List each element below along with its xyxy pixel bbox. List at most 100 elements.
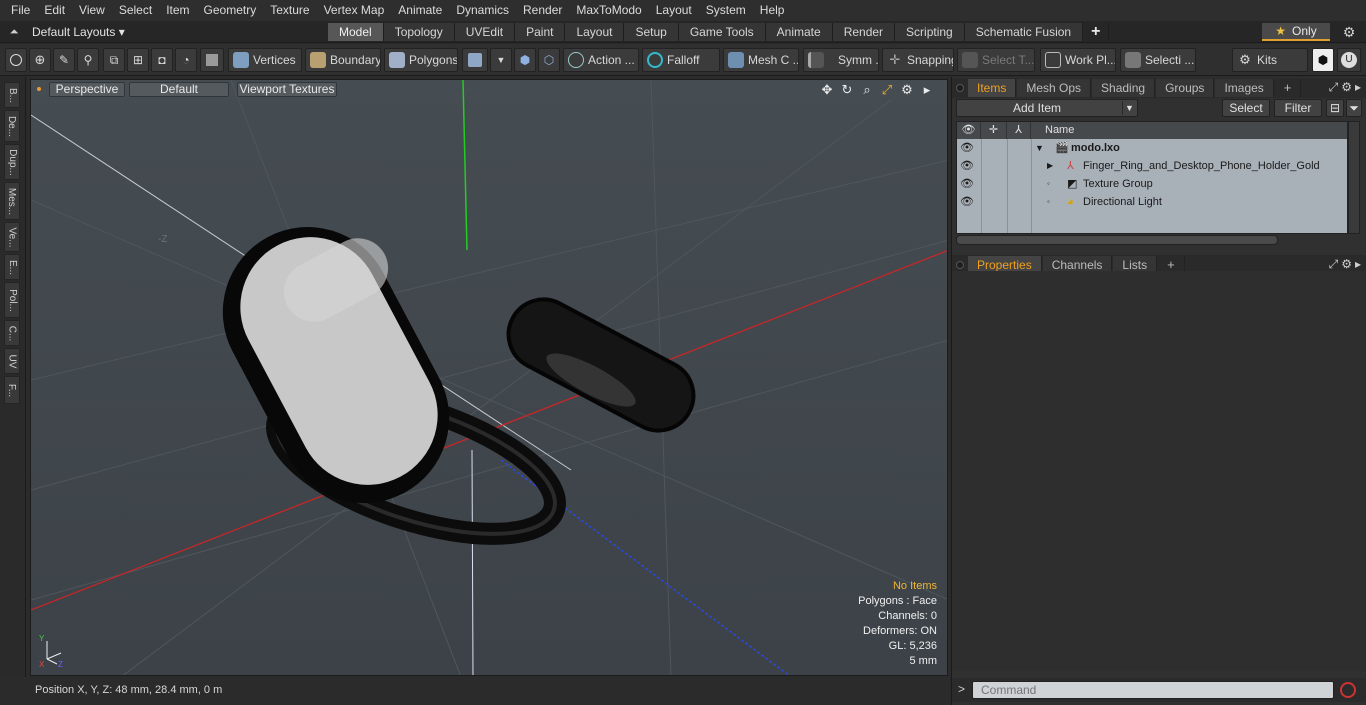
menu-texture[interactable]: Texture (263, 0, 316, 21)
chevron-down-icon[interactable]: ▼ (1122, 101, 1136, 115)
tab-animate[interactable]: Animate (765, 23, 833, 41)
perspective-button[interactable]: Perspective (49, 82, 125, 97)
tree-horizontal-scrollbar[interactable] (956, 235, 1278, 245)
visibility-column-eye-icon[interactable]: 👁 (957, 122, 981, 139)
filter-funnel-button[interactable]: ⏷ (1346, 99, 1362, 117)
menu-render[interactable]: Render (516, 0, 569, 21)
expand-arrow-icon[interactable]: ▶ (1047, 157, 1053, 175)
tree-row-modo-lxo[interactable]: 👁 ▼ 🎬 modo.lxo (957, 139, 1347, 157)
default-layouts-dropdown[interactable]: Default Layouts ▾ (32, 24, 125, 40)
panel-gear-icon[interactable]: ⚙ (1341, 80, 1352, 95)
visibility-eye-icon[interactable]: 👁 (960, 160, 974, 172)
menu-system[interactable]: System (699, 0, 753, 21)
layout-arrow-icon[interactable]: ⏶ (6, 24, 22, 40)
strip-tab-deform[interactable]: De... (4, 110, 20, 142)
tree-row-mesh[interactable]: 👁 ▶ ⅄ Finger_Ring_and_Desktop_Phone_Hold… (957, 157, 1347, 175)
expand-panel-icon[interactable]: ⤢ (1329, 257, 1339, 272)
strip-tab-mesh-edit[interactable]: Mes... (4, 182, 20, 220)
record-icon[interactable] (1340, 682, 1356, 698)
work-plane-button[interactable]: Work Pl... (1040, 48, 1116, 72)
tab-images[interactable]: Images (1215, 79, 1274, 97)
element-button[interactable]: ⧉ (103, 48, 125, 72)
menu-geometry[interactable]: Geometry (197, 0, 264, 21)
menu-maxtomodo[interactable]: MaxToModo (569, 0, 648, 21)
tab-shading[interactable]: Shading (1092, 79, 1156, 97)
menu-layout[interactable]: Layout (649, 0, 699, 21)
zoom-icon[interactable]: ⌕ (859, 82, 875, 98)
menu-help[interactable]: Help (753, 0, 792, 21)
symmetry-button[interactable]: Symm ... (803, 48, 879, 72)
type-column-icon[interactable]: ⅄ (1007, 122, 1031, 139)
mesh-constraint-button[interactable]: Mesh C ... (723, 48, 799, 72)
command-input[interactable] (972, 681, 1334, 699)
menu-item[interactable]: Item (159, 0, 196, 21)
tab-model[interactable]: Model (328, 23, 384, 41)
tab-mesh-ops[interactable]: Mesh Ops (1017, 79, 1092, 97)
menu-file[interactable]: File (4, 0, 37, 21)
add-item-button[interactable]: Add Item ▼ (956, 99, 1138, 117)
menu-view[interactable]: View (72, 0, 112, 21)
panel-arrow-icon[interactable]: ▸ (1355, 257, 1361, 272)
tab-render[interactable]: Render (832, 23, 896, 41)
globe-button[interactable]: ⊕ (29, 48, 51, 72)
visibility-eye-icon[interactable]: 👁 (960, 178, 974, 190)
strip-tab-polygon[interactable]: Pol... (4, 282, 20, 318)
viewport-menu-dot[interactable] (37, 87, 41, 91)
select-through-button[interactable]: Select T... (957, 48, 1035, 72)
strip-tab-uv[interactable]: UV (4, 348, 20, 374)
polygons-button[interactable]: Polygons (384, 48, 458, 72)
item-mode-button[interactable] (200, 48, 224, 72)
vertices-button[interactable]: Vertices (228, 48, 302, 72)
unity-button[interactable]: ⬢ (1312, 48, 1334, 72)
menu-dynamics[interactable]: Dynamics (449, 0, 516, 21)
box-select-button[interactable]: ◘ (151, 48, 173, 72)
tree-row-directional-light[interactable]: 👁 ◦ ◕ Directional Light (957, 193, 1347, 211)
tab-groups[interactable]: Groups (1156, 79, 1215, 97)
menu-vertex-map[interactable]: Vertex Map (317, 0, 392, 21)
visibility-eye-icon[interactable]: 👁 (960, 142, 974, 154)
rotate-view-icon[interactable]: ↻ (839, 82, 855, 98)
strip-tab-fusion[interactable]: F... (4, 376, 20, 404)
visibility-eye-icon[interactable]: 👁 (960, 196, 974, 208)
menu-select[interactable]: Select (112, 0, 159, 21)
only-toggle[interactable]: ★ Only (1262, 23, 1330, 41)
add-tab-button[interactable]: + (1083, 23, 1110, 41)
panel-gear-icon[interactable]: ⚙ (1341, 257, 1352, 272)
menu-animate[interactable]: Animate (391, 0, 449, 21)
strip-tab-edge[interactable]: E... (4, 254, 20, 280)
symmetry-toggle-b[interactable]: ⬡ (538, 48, 560, 72)
panel-menu-dot[interactable] (956, 84, 964, 92)
expand-panel-icon[interactable]: ⤢ (1329, 80, 1339, 95)
snapping-button[interactable]: ✛ Snapping (882, 48, 954, 72)
falloff-button[interactable]: Falloff (642, 48, 720, 72)
3d-viewport[interactable]: -Z Perspective Default Viewport Textures… (30, 79, 948, 676)
pen-button[interactable]: ✎ (53, 48, 75, 72)
tab-schematic-fusion[interactable]: Schematic Fusion (964, 23, 1084, 41)
strip-tab-basic[interactable]: B... (4, 82, 20, 108)
tab-setup[interactable]: Setup (624, 23, 679, 41)
move-view-icon[interactable]: ✥ (819, 82, 835, 98)
select-circle-button[interactable] (5, 48, 27, 72)
tab-topology[interactable]: Topology (383, 23, 455, 41)
lasso-button[interactable]: ◔ (175, 48, 197, 72)
viewport-textures-button[interactable]: Viewport Textures (237, 82, 337, 97)
expand-arrow-icon[interactable]: ▸ (919, 82, 935, 98)
filter-button[interactable]: Filter (1274, 99, 1322, 117)
panel-arrow-icon[interactable]: ▸ (1355, 80, 1361, 95)
kits-button[interactable]: ⚙ Kits (1232, 48, 1308, 72)
tree-row-texture-group[interactable]: 👁 ◦ ◩ Texture Group (957, 175, 1347, 193)
gear-icon[interactable]: ⚙ (1340, 24, 1358, 40)
center-button[interactable]: ⊞ (127, 48, 149, 72)
name-column-header[interactable]: Name (1031, 122, 1349, 139)
selection-sets-button[interactable]: Selecti ... (1120, 48, 1196, 72)
tab-uvedit[interactable]: UVEdit (454, 23, 516, 41)
viewport-gear-icon[interactable]: ⚙ (899, 82, 915, 98)
tree-vertical-scrollbar[interactable] (1348, 121, 1360, 234)
collapse-button[interactable]: ⊟ (1326, 99, 1344, 117)
shading-default-button[interactable]: Default (129, 82, 229, 97)
select-button[interactable]: Select (1222, 99, 1270, 117)
properties-menu-dot[interactable] (956, 261, 964, 269)
tab-scripting[interactable]: Scripting (895, 23, 965, 41)
brush-button[interactable]: ⚲ (77, 48, 99, 72)
tab-paint[interactable]: Paint (515, 23, 566, 41)
